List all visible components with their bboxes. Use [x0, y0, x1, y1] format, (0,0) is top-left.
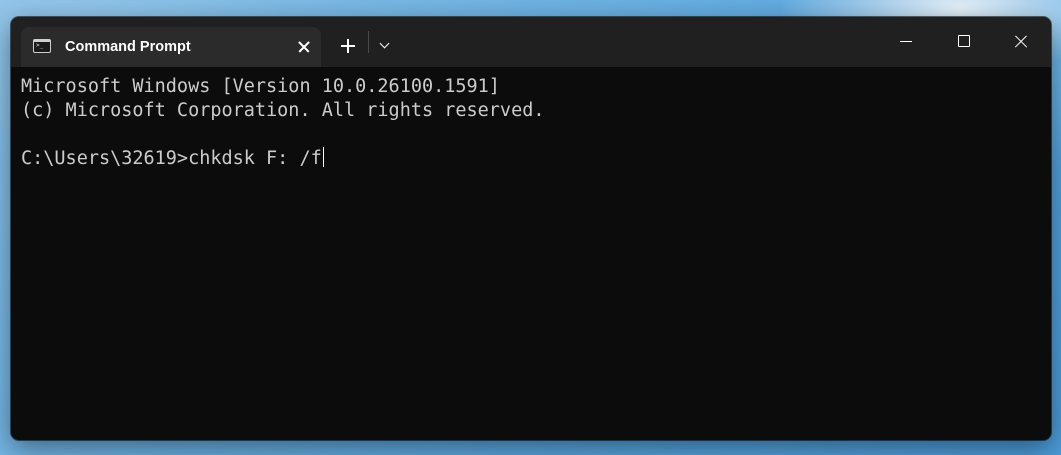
prompt-text: C:\Users\32619>: [21, 148, 189, 169]
command-line[interactable]: C:\Users\32619>chkdsk F: /f: [21, 147, 1041, 171]
terminal-output[interactable]: Microsoft Windows [Version 10.0.26100.15…: [21, 75, 1041, 434]
terminal-icon-glyph: >_: [36, 42, 44, 49]
text-cursor: [322, 147, 325, 167]
title-bar[interactable]: >_ Command Prompt: [11, 17, 1051, 67]
close-icon[interactable]: [1003, 27, 1039, 57]
terminal-line: Microsoft Windows [Version 10.0.26100.15…: [21, 76, 500, 97]
terminal-line: (c) Microsoft Corporation. All rights re…: [21, 100, 545, 121]
tab-divider: [368, 31, 369, 53]
command-prompt-window: >_ Command Prompt Microsoft Windows [Ver…: [11, 17, 1051, 440]
command-input[interactable]: chkdsk F: /f: [188, 148, 322, 169]
chevron-down-icon[interactable]: [375, 36, 395, 56]
tab-title: Command Prompt: [65, 39, 191, 55]
maximize-icon[interactable]: [946, 27, 982, 57]
tab-command-prompt[interactable]: >_ Command Prompt: [21, 27, 321, 67]
terminal-icon: >_: [33, 39, 51, 53]
close-icon[interactable]: [295, 38, 313, 56]
minimize-icon[interactable]: [888, 27, 924, 57]
plus-icon[interactable]: [336, 34, 360, 58]
